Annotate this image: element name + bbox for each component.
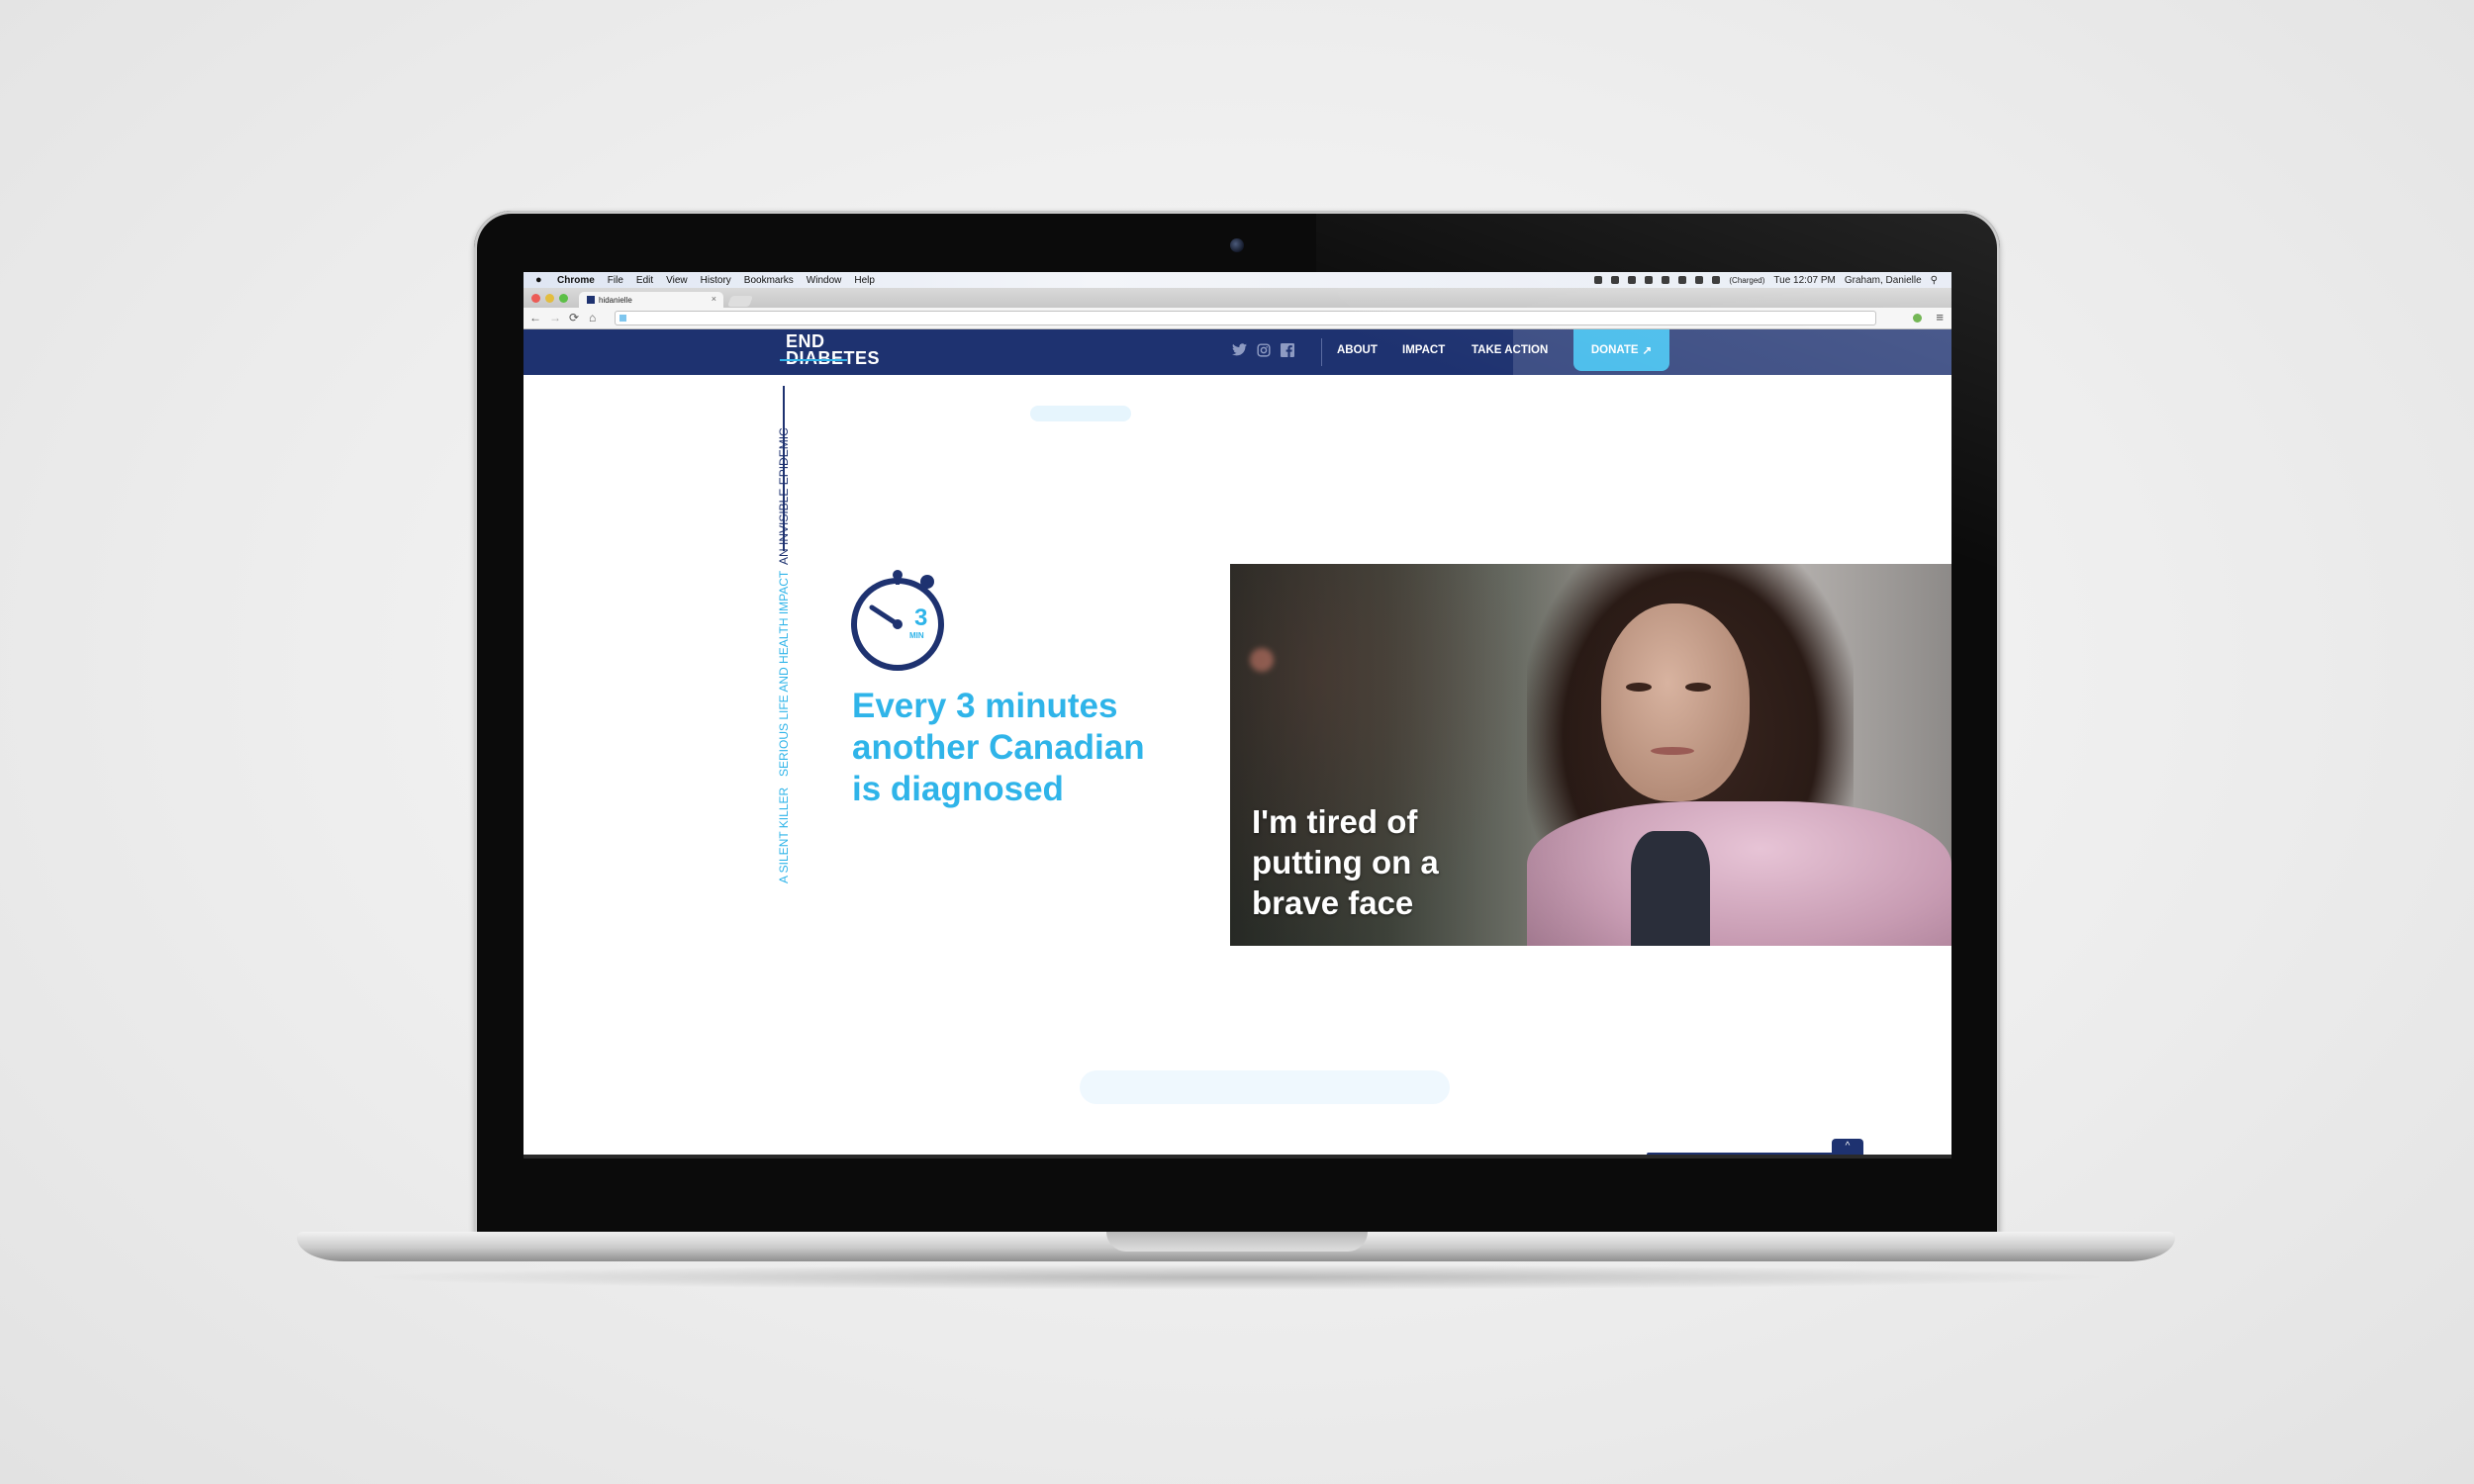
address-bar[interactable]: [615, 311, 1876, 325]
laptop-screen: ● Chrome File Edit View History Bookmark…: [523, 272, 1951, 1159]
menu-chrome[interactable]: Chrome: [557, 275, 595, 286]
apple-icon[interactable]: ●: [535, 274, 547, 286]
user-name[interactable]: Graham, Danielle: [1845, 275, 1922, 286]
screen-bottom-edge: [523, 1155, 1951, 1159]
tray-icon[interactable]: [1662, 276, 1670, 284]
clock[interactable]: Tue 12:07 PM: [1773, 275, 1835, 286]
nav-about[interactable]: ABOUT: [1337, 344, 1378, 356]
instagram-icon[interactable]: [1257, 343, 1271, 360]
home-icon[interactable]: ⌂: [589, 311, 596, 325]
tray-icon[interactable]: [1594, 276, 1603, 284]
tray-icon[interactable]: [1645, 276, 1654, 284]
menu-edit[interactable]: Edit: [636, 275, 653, 286]
laptop-notch: [1106, 1232, 1368, 1252]
mac-menu-bar: ● Chrome File Edit View History Bookmark…: [523, 272, 1951, 288]
menu-history[interactable]: History: [701, 275, 731, 286]
screen-glare: [1513, 329, 1951, 375]
twitter-icon[interactable]: [1232, 343, 1247, 359]
stopwatch-icon: 3 MIN: [851, 570, 944, 671]
menu-bar-tray: (Charged) Tue 12:07 PM Graham, Danielle …: [1594, 272, 1938, 288]
close-tab-icon[interactable]: ×: [712, 294, 716, 304]
nav-divider: [1321, 338, 1322, 366]
battery-icon[interactable]: [1712, 276, 1721, 284]
logo-strike: [780, 359, 847, 361]
volume-icon[interactable]: [1695, 276, 1704, 284]
stopwatch-number: 3: [914, 604, 927, 631]
reload-icon[interactable]: ⟳: [569, 311, 579, 325]
stat-headline: Every 3 minutes another Canadian is diag…: [852, 687, 1145, 808]
page-icon: [619, 315, 626, 322]
extension-icon[interactable]: [1913, 314, 1922, 323]
favicon-icon: [587, 296, 595, 304]
end-diabetes-logo[interactable]: END DIABETES: [780, 332, 880, 367]
photo-quote: I'm tired of putting on a brave face: [1252, 803, 1439, 921]
browser-tab-bar: hidanielle ×: [523, 288, 1951, 308]
back-to-top-button[interactable]: ^: [1832, 1139, 1863, 1155]
minimize-window-button[interactable]: [545, 294, 554, 303]
forward-icon[interactable]: →: [549, 311, 561, 325]
back-icon[interactable]: ←: [529, 311, 541, 325]
tray-icon[interactable]: [1628, 276, 1637, 284]
menu-bookmarks[interactable]: Bookmarks: [744, 275, 794, 286]
hero-photo: I'm tired of putting on a brave face: [1230, 564, 1951, 946]
webcam: [1230, 238, 1244, 252]
new-tab-button[interactable]: [726, 296, 754, 307]
zoom-window-button[interactable]: [559, 294, 568, 303]
spotlight-search-icon[interactable]: ⚲: [1931, 275, 1938, 286]
stopwatch-unit: MIN: [909, 631, 924, 640]
tray-icon[interactable]: [1611, 276, 1620, 284]
menu-file[interactable]: File: [608, 275, 623, 286]
loading-placeholder: [1030, 406, 1131, 421]
nav-impact[interactable]: IMPACT: [1402, 344, 1445, 356]
tab-title: hidanielle: [599, 295, 632, 305]
browser-toolbar: ← → ⟳ ⌂ ≡: [523, 308, 1951, 329]
wifi-icon[interactable]: [1678, 276, 1687, 284]
loading-placeholder: [1080, 1070, 1450, 1104]
close-window-button[interactable]: [531, 294, 540, 303]
menu-window[interactable]: Window: [807, 275, 842, 286]
side-nav-silent-killer[interactable]: A SILENT KILLER: [777, 788, 791, 883]
chrome-menu-icon[interactable]: ≡: [1936, 310, 1944, 325]
window-controls: [531, 294, 568, 303]
battery-status[interactable]: (Charged): [1729, 276, 1764, 285]
facebook-icon[interactable]: [1281, 343, 1294, 360]
menu-help[interactable]: Help: [854, 275, 875, 286]
laptop-shadow: [356, 1264, 2118, 1290]
side-nav-serious-impact[interactable]: SERIOUS LIFE AND HEALTH IMPACT: [777, 571, 791, 777]
side-nav-invisible-epidemic[interactable]: AN INVISIBLE EPIDEMIC: [777, 427, 791, 565]
browser-tab[interactable]: hidanielle ×: [579, 292, 723, 308]
menu-view[interactable]: View: [666, 275, 688, 286]
